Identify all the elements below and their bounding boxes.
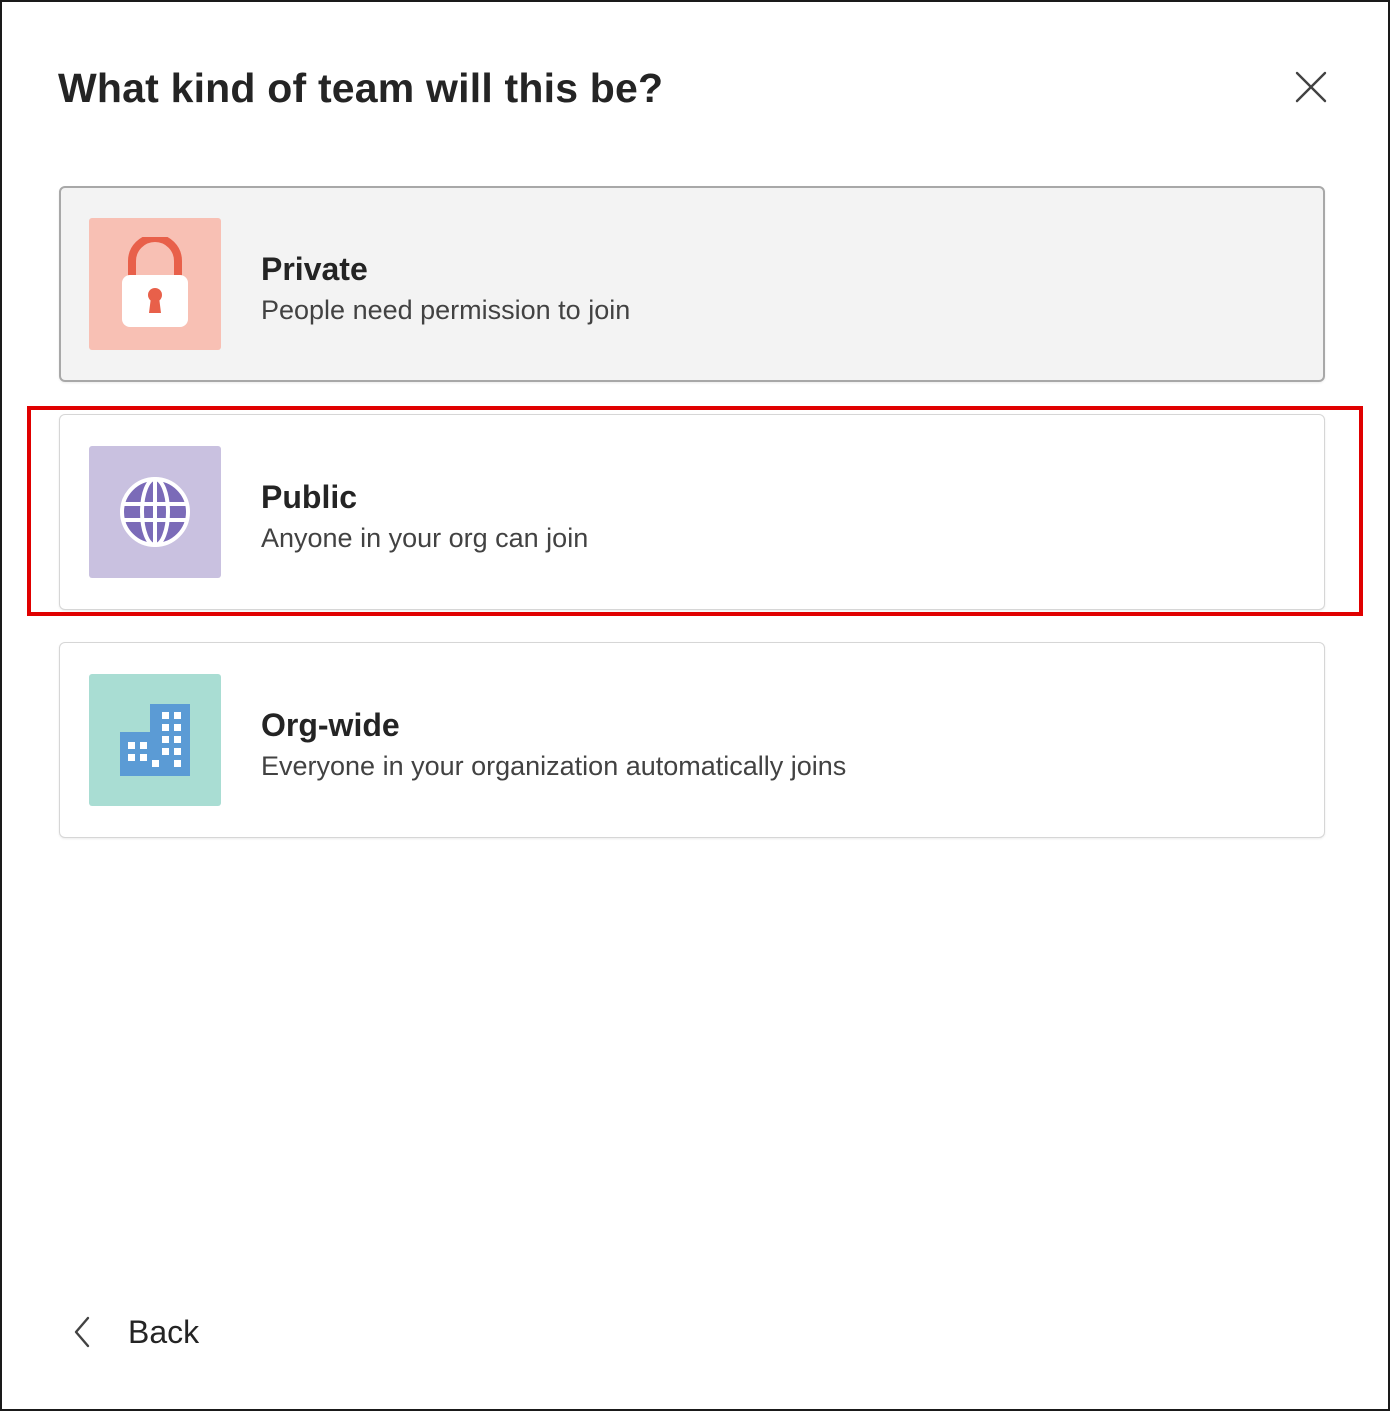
dialog-title: What kind of team will this be?: [58, 65, 664, 111]
option-title: Private: [261, 251, 368, 287]
option-org-wide[interactable]: Org-wide Everyone in your organization a…: [59, 642, 1325, 838]
close-icon: [1295, 71, 1327, 103]
option-private[interactable]: Private People need permission to join: [59, 186, 1325, 382]
option-description: People need permission to join: [261, 295, 631, 325]
lock-icon: [122, 237, 188, 327]
globe-icon: [120, 477, 190, 547]
option-description: Anyone in your org can join: [261, 523, 589, 553]
chevron-left-icon: [74, 1316, 90, 1348]
option-public[interactable]: Public Anyone in your org can join: [59, 414, 1325, 610]
back-button[interactable]: Back: [72, 1308, 199, 1356]
org-wide-tile: [89, 674, 221, 806]
public-tile: [89, 446, 221, 578]
option-description: Everyone in your organization automatica…: [261, 751, 847, 781]
create-team-dialog: What kind of team will this be? Private …: [0, 0, 1390, 1411]
option-title: Org-wide: [261, 707, 400, 743]
close-button[interactable]: [1288, 64, 1334, 110]
option-title: Public: [261, 479, 358, 515]
back-label: Back: [128, 1313, 200, 1350]
private-tile: [89, 218, 221, 350]
building-icon: [120, 704, 190, 776]
